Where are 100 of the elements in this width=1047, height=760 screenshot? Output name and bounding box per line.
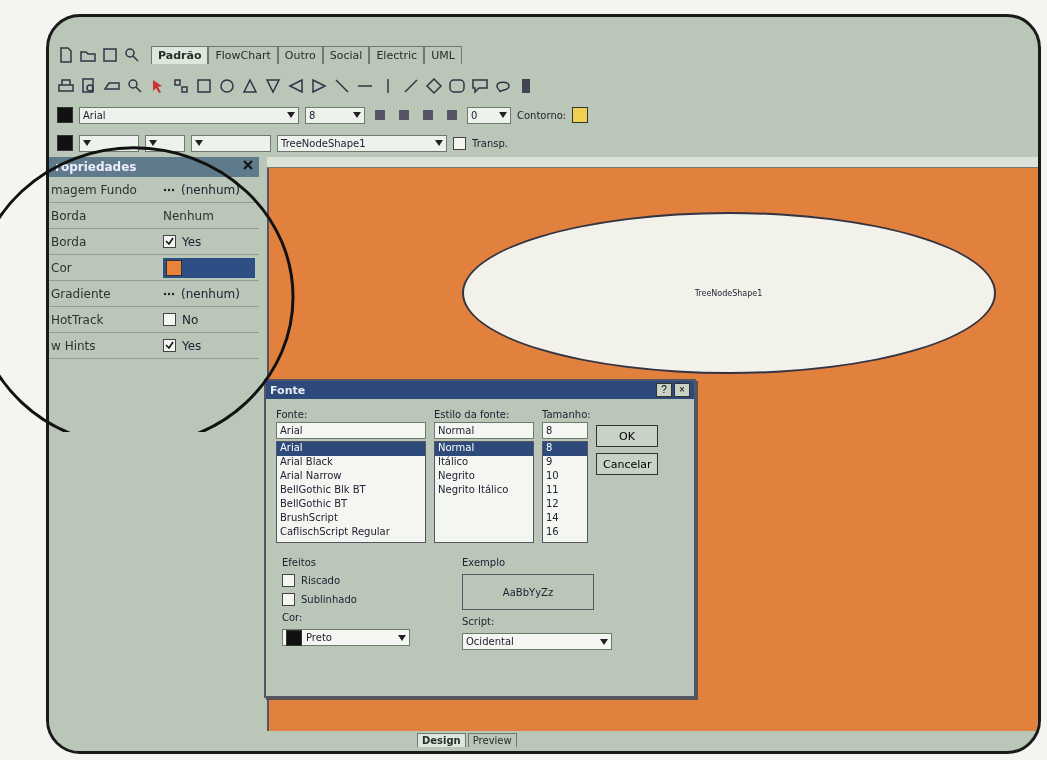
toolbar-tab[interactable]: Padrão: [151, 46, 209, 64]
color-dropdown[interactable]: Preto: [282, 629, 410, 646]
script-dropdown[interactable]: Ocidental: [462, 633, 612, 650]
color-property[interactable]: [163, 257, 255, 278]
checkbox-label: Sublinhado: [301, 594, 357, 605]
panel-title: ropriedades: [49, 157, 259, 177]
connector-icon[interactable]: [172, 77, 190, 95]
checkbox-label: Riscado: [301, 575, 341, 586]
list-item[interactable]: BellGothic BT: [277, 498, 425, 512]
right-triangle-icon[interactable]: [310, 77, 328, 95]
circle-icon[interactable]: [218, 77, 236, 95]
line-color-swatch[interactable]: [57, 135, 73, 151]
property-checkbox[interactable]: [163, 313, 176, 326]
list-item[interactable]: Negrito: [435, 470, 533, 484]
property-name: Borda: [50, 208, 88, 223]
property-value[interactable]: Nenhum: [163, 208, 259, 223]
caret-icon: [195, 140, 203, 146]
rounded-rectangle-icon[interactable]: [448, 77, 466, 95]
group-label: Exemplo: [462, 557, 507, 568]
list-item[interactable]: Negrito Itálico: [435, 484, 533, 498]
list-item[interactable]: 16: [543, 526, 587, 540]
field-label: Tamanho:: [542, 409, 588, 420]
toolbar-tab[interactable]: FlowChart: [208, 46, 278, 64]
diagonal-line-icon[interactable]: [333, 77, 351, 95]
field-label: Estilo da fonte:: [434, 409, 511, 420]
list-item[interactable]: 10: [543, 470, 587, 484]
list-item[interactable]: BrushScript: [277, 512, 425, 526]
line-icon[interactable]: [402, 77, 420, 95]
property-checkbox[interactable]: [163, 339, 176, 352]
fill-dropdown[interactable]: [191, 134, 271, 152]
rectangle-icon[interactable]: [195, 77, 213, 95]
list-item[interactable]: BellGothic Blk BT: [277, 484, 425, 498]
toolbar-tab[interactable]: Social: [322, 46, 370, 64]
list-item[interactable]: Arial Narrow: [277, 470, 425, 484]
ellipse-shape[interactable]: TreeNodeShape1: [461, 212, 996, 374]
property-value: Yes: [182, 338, 202, 353]
diamond-icon[interactable]: [425, 77, 443, 95]
font-dropdown[interactable]: Arial: [79, 106, 299, 124]
ellipsis-icon: [163, 291, 175, 296]
list-item[interactable]: Arial Black: [277, 456, 425, 470]
list-item[interactable]: 11: [543, 484, 587, 498]
option-list[interactable]: 8 9 10 11 12 14 16: [542, 441, 588, 543]
dialog-button[interactable]: OK: [596, 425, 658, 447]
property-value[interactable]: (nenhum): [181, 286, 240, 301]
caret-icon: [435, 140, 443, 146]
input-field[interactable]: 8: [542, 422, 588, 439]
close-icon[interactable]: [243, 160, 253, 170]
color-swatch[interactable]: [57, 107, 73, 123]
zoom-out-icon[interactable]: [126, 77, 144, 95]
input-field[interactable]: Arial: [276, 422, 426, 439]
caret-icon: [353, 112, 361, 118]
shape-dropdown[interactable]: TreeNodeShape1: [277, 134, 447, 152]
list-item[interactable]: 12: [543, 498, 587, 512]
property-value: Yes: [182, 234, 202, 249]
list-item[interactable]: CaflischScript Regular: [277, 526, 425, 540]
effect-checkbox[interactable]: [282, 593, 295, 606]
triangle-icon[interactable]: [241, 77, 259, 95]
help-button[interactable]: ?: [656, 383, 672, 397]
new-file-icon[interactable]: [57, 46, 75, 64]
printer-icon[interactable]: [57, 77, 75, 95]
outline-color-swatch[interactable]: [572, 107, 589, 123]
dialog-title: Fonte ? ×: [266, 381, 694, 399]
font-sample: AaBbYyZz: [462, 574, 594, 610]
field-label: Cor:: [282, 612, 304, 623]
dialog-button[interactable]: Cancelar: [596, 453, 658, 475]
close-button[interactable]: ×: [674, 383, 690, 397]
list-item[interactable]: Arial: [277, 442, 425, 456]
caret-icon: [83, 140, 91, 146]
list-item[interactable]: 8: [543, 442, 587, 456]
left-triangle-icon[interactable]: [287, 77, 305, 95]
property-value[interactable]: (nenhum): [181, 182, 240, 197]
effect-checkbox[interactable]: [282, 574, 295, 587]
view-tab[interactable]: Preview: [467, 733, 517, 747]
caret-icon: [499, 112, 507, 118]
property-checkbox[interactable]: [163, 235, 176, 248]
option-list[interactable]: Arial Arial Black Arial Narrow BellGothic Blk BT BellGothic BT BrushScript CaflischScript Regular: [276, 441, 426, 543]
size-dropdown[interactable]: 8: [305, 106, 365, 124]
option-list[interactable]: Normal Itálico Negrito Negrito Itálico: [434, 441, 534, 543]
caret-icon: [149, 140, 157, 146]
list-item[interactable]: 9: [543, 456, 587, 470]
caret-icon: [398, 634, 406, 641]
list-item[interactable]: Itálico: [435, 456, 533, 470]
property-name: Gradiente: [50, 286, 112, 301]
spin-field[interactable]: 0: [467, 106, 511, 124]
input-field[interactable]: Normal: [434, 422, 534, 439]
transparent-checkbox[interactable]: [453, 136, 466, 150]
callout-icon[interactable]: [471, 77, 489, 95]
toolbar-tab[interactable]: Outro: [277, 46, 323, 64]
property-name: magem Fundo: [50, 182, 138, 197]
color-swatch: [286, 629, 302, 646]
down-triangle-icon[interactable]: [264, 77, 282, 95]
toolbar-tab[interactable]: UML: [424, 46, 462, 64]
group-label: Efeitos: [282, 557, 318, 568]
view-tab[interactable]: Design: [417, 733, 466, 747]
list-item[interactable]: 14: [543, 512, 587, 526]
property-name: Cor: [50, 260, 73, 275]
zoom-icon[interactable]: [123, 46, 141, 64]
property-name: HotTrack: [50, 312, 105, 327]
list-item[interactable]: Normal: [435, 442, 533, 456]
toolbar-tab[interactable]: Electric: [369, 46, 425, 64]
